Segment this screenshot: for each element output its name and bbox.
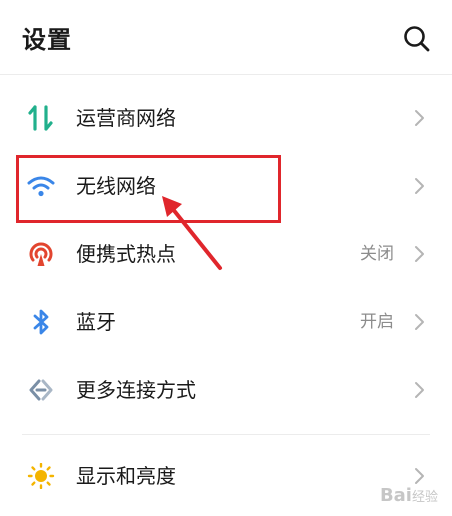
chevron-right-icon	[415, 110, 424, 126]
chevron-right-icon	[415, 468, 424, 484]
brightness-icon	[27, 463, 55, 489]
search-icon	[404, 26, 430, 52]
settings-item-label: 更多连接方式	[76, 378, 196, 402]
settings-item-more-connections[interactable]: 更多连接方式	[0, 356, 452, 424]
search-button[interactable]	[402, 24, 432, 54]
chevron-right-icon	[415, 178, 424, 194]
status-value: 开启	[360, 312, 394, 332]
highlight-box	[16, 155, 281, 223]
settings-item-label: 蓝牙	[76, 310, 116, 334]
mobile-data-icon	[28, 105, 53, 131]
section-divider	[22, 434, 430, 435]
header: 设置	[0, 0, 452, 74]
watermark: Bai经验	[380, 485, 438, 506]
settings-item-carrier-network[interactable]: 运营商网络	[0, 84, 452, 152]
annotation-arrow-icon	[162, 196, 222, 270]
bluetooth-icon	[33, 309, 49, 335]
page-title: 设置	[22, 26, 72, 54]
chevron-right-icon	[415, 314, 424, 330]
status-value: 关闭	[360, 244, 394, 264]
more-connections-icon	[29, 379, 53, 401]
settings-item-bluetooth[interactable]: 蓝牙 开启	[0, 288, 452, 356]
chevron-right-icon	[415, 246, 424, 262]
settings-item-label: 运营商网络	[76, 106, 176, 130]
watermark-sub: 经验	[411, 490, 438, 505]
settings-item-label: 显示和亮度	[76, 464, 176, 488]
hotspot-icon	[29, 242, 53, 266]
header-divider	[0, 74, 452, 75]
watermark-text: Bai	[379, 485, 412, 506]
chevron-right-icon	[415, 382, 424, 398]
